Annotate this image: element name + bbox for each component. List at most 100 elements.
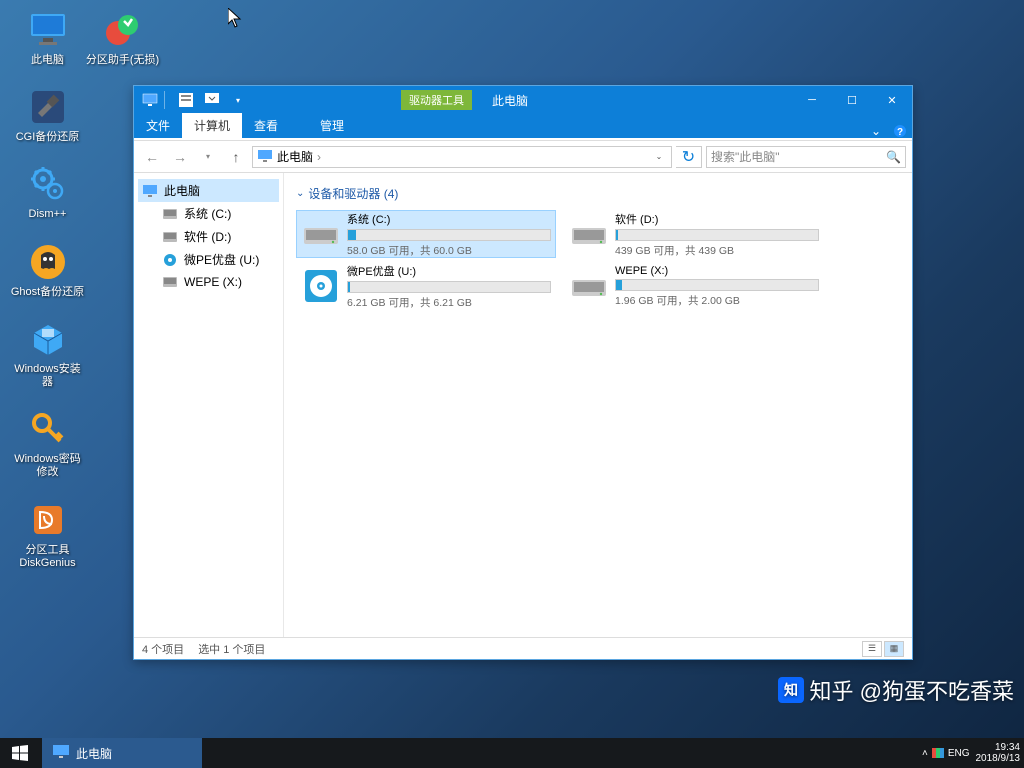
chevron-down-icon: ⌄ (296, 188, 304, 199)
status-item-count: 4 个项目 (142, 641, 184, 657)
drive-space-text: 1.96 GB 可用，共 2.00 GB (615, 293, 819, 308)
tray-clock[interactable]: 19:34 2018/9/13 (976, 742, 1021, 764)
drive-space-text: 58.0 GB 可用，共 60.0 GB (347, 243, 551, 258)
drive-name: 微PE优盘 (U:) (347, 263, 551, 279)
navitem-drive-c[interactable]: 系统 (C:) (138, 202, 279, 225)
search-input[interactable]: 搜索"此电脑" 🔍 (706, 146, 906, 168)
qat-chevron-icon[interactable]: ▾ (226, 89, 250, 111)
desktop-icon-dism[interactable]: Dism++ (10, 164, 85, 221)
tab-computer[interactable]: 计算机 (182, 113, 242, 138)
ribbon-collapse-icon[interactable]: ⌄ (864, 124, 888, 138)
drive-usage-bar (615, 279, 819, 291)
windows-logo-icon (12, 745, 28, 761)
qat-icon-monitor[interactable] (138, 89, 162, 111)
nav-up-button[interactable]: ↑ (224, 145, 248, 169)
tab-manage[interactable]: 管理 (308, 113, 356, 138)
drive-name: WEPE (X:) (615, 265, 819, 277)
cd-icon (162, 252, 178, 268)
diskgenius-icon (28, 500, 68, 540)
svg-text:?: ? (897, 127, 903, 138)
desktop-icon-partition[interactable]: 分区助手(无损) (85, 10, 160, 67)
box-icon (28, 319, 68, 359)
view-details-button[interactable]: ☰ (862, 641, 882, 657)
navitem-drive-d[interactable]: 软件 (D:) (138, 225, 279, 248)
nav-forward-button[interactable]: → (168, 145, 192, 169)
tray-lang-indicator[interactable]: ENG (948, 748, 970, 759)
drive-usage-bar (347, 281, 551, 293)
navitem-drive-x[interactable]: WEPE (X:) (138, 271, 279, 293)
key-icon (28, 409, 68, 449)
search-icon: 🔍 (886, 150, 901, 164)
qat-properties-icon[interactable] (174, 89, 198, 111)
contextual-tab-label: 驱动器工具 (401, 90, 472, 110)
desktop-icon-win-installer[interactable]: Windows安装器 (10, 319, 85, 389)
start-button[interactable] (0, 738, 40, 768)
qat-dropdown-icon[interactable] (200, 89, 224, 111)
partition-icon (103, 10, 143, 50)
hdd-icon (162, 206, 178, 222)
nav-recent-dropdown[interactable]: ▾ (196, 145, 220, 169)
help-icon[interactable]: ? (888, 124, 912, 138)
desktop-icon-cgi-backup[interactable]: CGI备份还原 (10, 87, 85, 144)
titlebar[interactable]: ▾ 驱动器工具 此电脑 ─ ☐ ✕ (134, 86, 912, 114)
view-tiles-button[interactable]: ▦ (884, 641, 904, 657)
hammer-icon (28, 87, 68, 127)
drive-item[interactable]: 微PE优盘 (U:) 6.21 GB 可用，共 6.21 GB (296, 262, 556, 310)
navitem-drive-u[interactable]: 微PE优盘 (U:) (138, 248, 279, 271)
window-title: 此电脑 (492, 92, 528, 109)
monitor-icon (52, 744, 70, 762)
monitor-icon (142, 183, 158, 199)
drive-item[interactable]: 软件 (D:) 439 GB 可用，共 439 GB (564, 210, 824, 258)
breadcrumb-item[interactable]: 此电脑 (277, 148, 313, 165)
address-bar[interactable]: 此电脑 › ⌄ (252, 146, 672, 168)
drive-usage-bar (615, 229, 819, 241)
ribbon-tabs: 文件 计算机 查看 管理 ⌄ ? (134, 114, 912, 138)
maximize-button[interactable]: ☐ (832, 86, 872, 114)
desktop-icon-ghost[interactable]: Ghost备份还原 (10, 242, 85, 299)
drive-name: 系统 (C:) (347, 211, 551, 227)
qat-separator (164, 91, 172, 109)
system-tray: ˄ ENG 19:34 2018/9/13 (922, 742, 1024, 764)
gears-icon (28, 164, 68, 204)
refresh-button[interactable]: ↻ (676, 146, 702, 168)
content-pane: ⌄ 设备和驱动器 (4) 系统 (C:) 58.0 GB 可用，共 60.0 GB… (284, 173, 912, 637)
drive-item[interactable]: 系统 (C:) 58.0 GB 可用，共 60.0 GB (296, 210, 556, 258)
address-dropdown-icon[interactable]: ⌄ (651, 152, 667, 161)
drive-space-text: 6.21 GB 可用，共 6.21 GB (347, 295, 551, 310)
drive-space-text: 439 GB 可用，共 439 GB (615, 243, 819, 258)
desktop-icon-diskgenius[interactable]: 分区工具DiskGenius (10, 500, 85, 570)
zhihu-icon: 知 (778, 677, 804, 703)
drive-name: 软件 (D:) (615, 211, 819, 227)
hdd-icon (301, 214, 341, 254)
explorer-window: ▾ 驱动器工具 此电脑 ─ ☐ ✕ 文件 计算机 查看 管理 ⌄ ? ← (133, 85, 913, 660)
nav-back-button[interactable]: ← (140, 145, 164, 169)
minimize-button[interactable]: ─ (792, 86, 832, 114)
tab-file[interactable]: 文件 (134, 113, 182, 138)
close-button[interactable]: ✕ (872, 86, 912, 114)
svg-text:知: 知 (784, 682, 798, 698)
hdd-icon (569, 214, 609, 254)
taskbar-item-explorer[interactable]: 此电脑 (42, 738, 202, 768)
address-monitor-icon (257, 149, 273, 165)
tab-view[interactable]: 查看 (242, 113, 290, 138)
tray-chevron-up-icon[interactable]: ˄ (922, 748, 928, 759)
navigation-pane: 此电脑 系统 (C:) 软件 (D:) 微PE优盘 (U:) WEPE (X:) (134, 173, 284, 637)
status-selection: 选中 1 个项目 (198, 641, 265, 657)
hdd-icon (162, 229, 178, 245)
drive-usage-bar (347, 229, 551, 241)
status-bar: 4 个项目 选中 1 个项目 ☰ ▦ (134, 637, 912, 659)
cursor-icon (228, 8, 242, 28)
cd-drive-icon (301, 266, 341, 306)
ghost-icon (28, 242, 68, 282)
breadcrumb-chevron[interactable]: › (317, 150, 321, 164)
taskbar: 此电脑 ˄ ENG 19:34 2018/9/13 (0, 738, 1024, 768)
desktop-icon-win-pwd[interactable]: Windows密码修改 (10, 409, 85, 479)
group-header[interactable]: ⌄ 设备和驱动器 (4) (296, 181, 900, 206)
monitor-icon (28, 10, 68, 50)
desktop-icon-this-pc[interactable]: 此电脑 (10, 10, 85, 67)
tray-color-icon[interactable] (932, 748, 944, 758)
watermark-text: 知 知乎 @狗蛋不吃香菜 (778, 674, 1014, 706)
hdd-icon (162, 274, 178, 290)
drive-item[interactable]: WEPE (X:) 1.96 GB 可用，共 2.00 GB (564, 262, 824, 310)
navitem-this-pc[interactable]: 此电脑 (138, 179, 279, 202)
